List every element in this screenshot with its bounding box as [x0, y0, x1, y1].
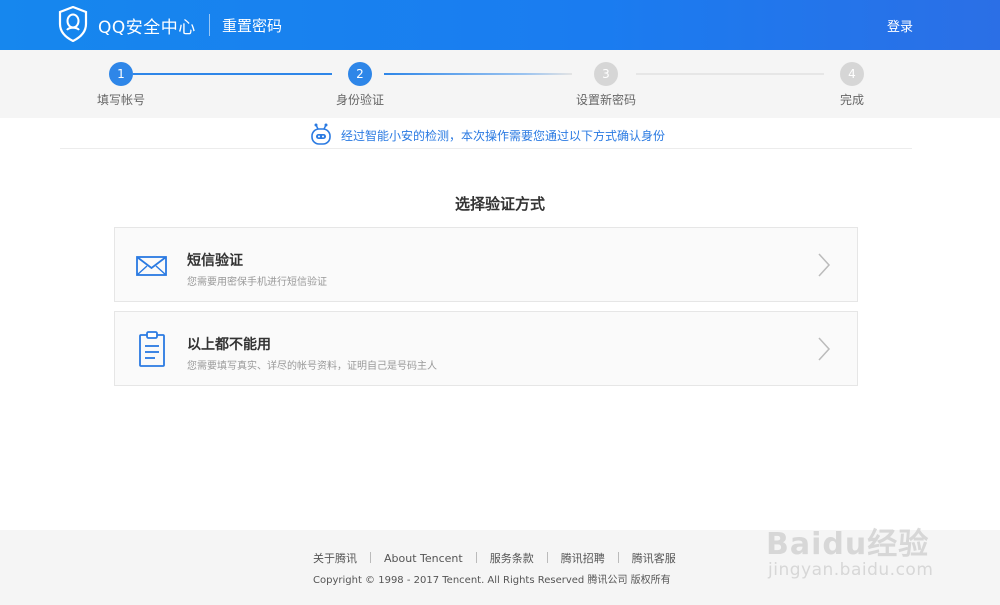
footer-separator	[617, 552, 619, 563]
footer-link-support[interactable]: 腾讯客服	[632, 550, 676, 566]
security-notice: 经过智能小安的检测，本次操作需要您通过以下方式确认身份	[0, 118, 1000, 150]
step-2-circle: 2	[348, 62, 372, 86]
footer-separator	[546, 552, 548, 563]
page-title: 重置密码	[222, 17, 283, 35]
divider	[60, 148, 912, 149]
section-title: 选择验证方式	[454, 195, 545, 213]
step-3-circle: 3	[594, 62, 618, 86]
chevron-right-icon	[818, 253, 831, 277]
step-1-circle: 1	[109, 62, 133, 86]
watermark-main-text: Baidu经验	[766, 527, 930, 562]
robot-icon	[311, 123, 331, 145]
footer-link-about-tencent-cn[interactable]: 关于腾讯	[313, 550, 357, 566]
step-1-label: 填写帐号	[96, 93, 146, 107]
footer-link-about-tencent-en[interactable]: About Tencent	[384, 552, 463, 565]
step-3-label: 设置新密码	[575, 93, 637, 107]
envelope-icon	[136, 256, 167, 276]
notice-text: 经过智能小安的检测，本次操作需要您通过以下方式确认身份	[341, 129, 666, 143]
baidu-watermark: Baidu经验 jingyan.baidu.com	[766, 505, 986, 595]
step-2-label: 身份验证	[335, 93, 385, 107]
chevron-right-icon	[818, 337, 831, 361]
step-4-circle: 4	[840, 62, 864, 86]
footer-link-careers[interactable]: 腾讯招聘	[561, 550, 605, 566]
step-line-1-2	[133, 73, 332, 75]
clipboard-icon	[139, 331, 165, 367]
footer-separator	[370, 552, 371, 563]
option-title: 以上都不能用	[187, 337, 271, 353]
step-line-3-4	[636, 73, 824, 75]
option-description: 您需要用密保手机进行短信验证	[187, 277, 327, 288]
option-description: 您需要填写真实、详尽的帐号资料，证明自己是号码主人	[187, 361, 437, 372]
shield-logo-icon	[58, 6, 88, 42]
brand-title[interactable]: QQ安全中心	[98, 13, 196, 38]
top-header: QQ安全中心 重置密码 登录	[0, 0, 1000, 50]
copyright-text: Copyright © 1998 - 2017 Tencent. All Rig…	[313, 575, 671, 586]
step-4-label: 完成	[839, 93, 865, 107]
login-link[interactable]: 登录	[887, 16, 913, 35]
none-available-option[interactable]: 以上都不能用 您需要填写真实、详尽的帐号资料，证明自己是号码主人	[114, 311, 858, 386]
watermark-url-text: jingyan.baidu.com	[768, 560, 934, 580]
header-divider	[209, 14, 210, 36]
sms-verification-option[interactable]: 短信验证 您需要用密保手机进行短信验证	[114, 227, 858, 302]
option-title: 短信验证	[187, 253, 243, 269]
footer-separator	[475, 552, 477, 563]
step-line-2-3	[384, 73, 572, 75]
progress-steps: 1 填写帐号 2 身份验证 3 设置新密码 4 完成	[0, 50, 1000, 118]
footer-link-terms[interactable]: 服务条款	[490, 550, 534, 566]
footer-links: 关于腾讯 About Tencent 服务条款 腾讯招聘 腾讯客服	[313, 550, 676, 566]
